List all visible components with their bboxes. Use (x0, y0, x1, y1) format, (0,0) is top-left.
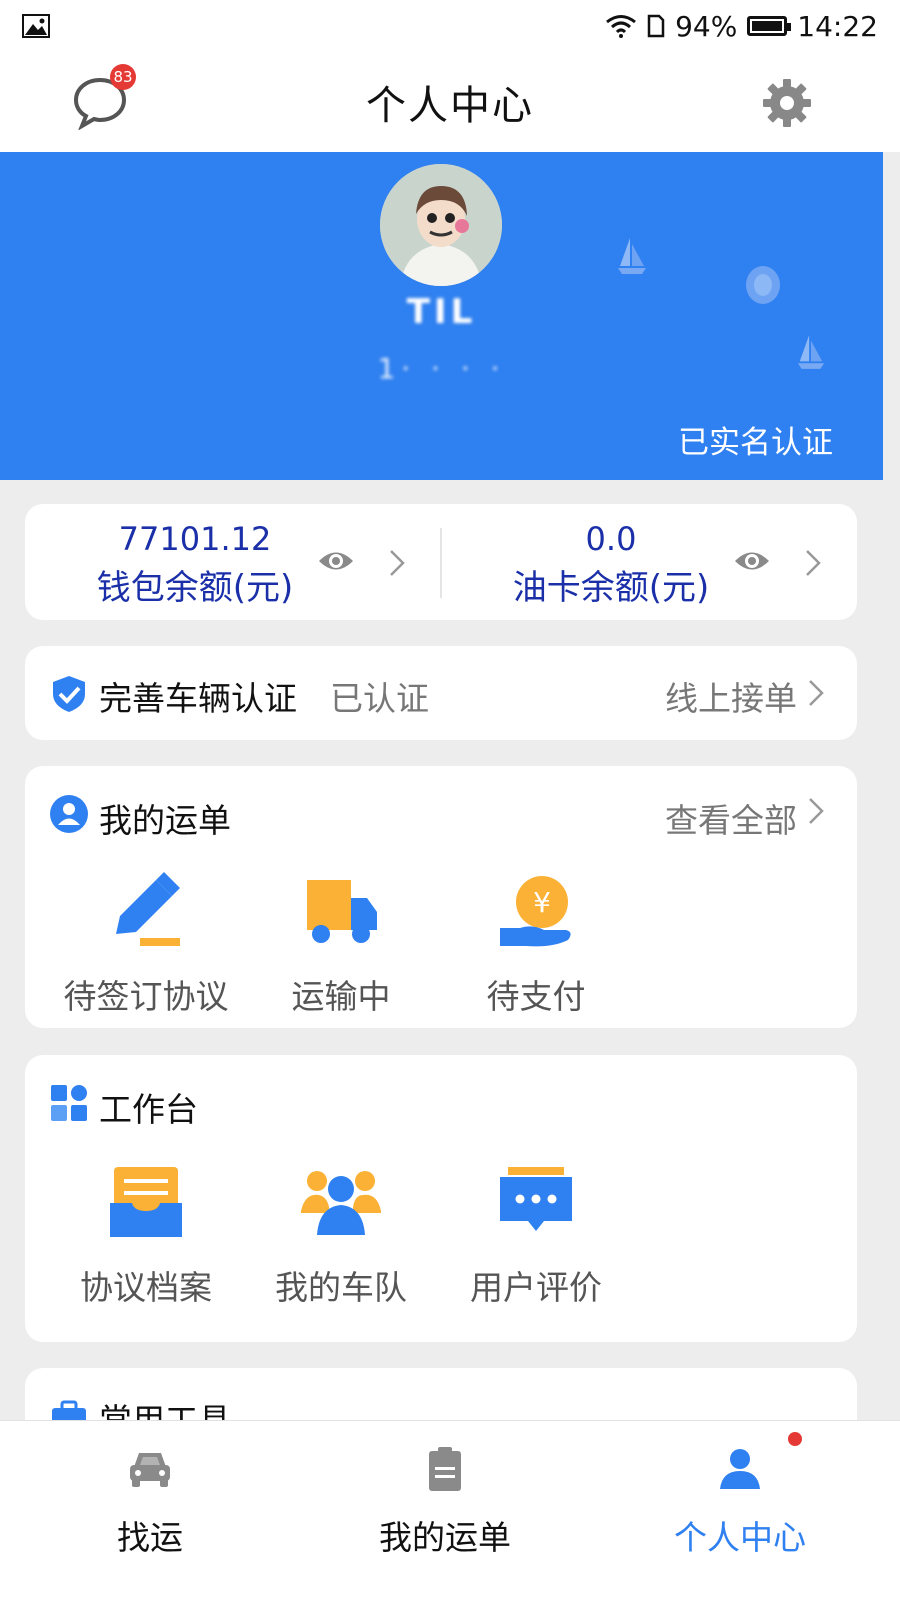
person-icon (720, 1449, 760, 1489)
vehicle-verification-title: 完善车辆认证 (99, 679, 297, 718)
message-badge: 83 (110, 64, 136, 90)
svg-text:¥: ¥ (533, 886, 551, 919)
my-fleet-item[interactable]: 我的车队 (246, 1163, 436, 1309)
tab-my-waybills[interactable]: 我的运单 (295, 1421, 595, 1601)
wallet-balance-value: 77101.12 (118, 520, 272, 558)
user-circle-icon (50, 795, 88, 833)
document-icon (429, 1447, 461, 1491)
car-icon (130, 1453, 170, 1487)
wallet-balance[interactable]: 77101.12 钱包余额(元) (25, 504, 441, 620)
user-name: TIL (406, 292, 477, 332)
tab-personal-center[interactable]: 个人中心 (590, 1421, 890, 1601)
vehicle-verification-row[interactable]: 完善车辆认证 已认证 线上接单 (25, 646, 857, 740)
battery-icon (747, 16, 792, 36)
my-waybills-title: 我的运单 (99, 801, 231, 840)
gear-icon[interactable] (762, 78, 812, 128)
wallet-balance-label: 钱包余额(元) (96, 568, 294, 608)
sailboat-icon (618, 238, 646, 274)
agreement-archive-item[interactable]: 协议档案 (51, 1163, 241, 1309)
eye-icon[interactable] (317, 546, 355, 576)
avatar[interactable] (380, 164, 502, 286)
page-header: 83 个人中心 (0, 52, 900, 152)
identity-verified-label: 已实名认证 (678, 425, 833, 461)
chevron-right-icon[interactable] (807, 678, 825, 708)
my-waybills-card: 我的运单 查看全部 待签订协议 运输中 ¥ 待支付 (25, 766, 857, 1028)
pending-payment-label: 待支付 (486, 977, 586, 1016)
clock: 14:22 (797, 9, 878, 43)
user-phone: 1· · · · (377, 352, 506, 385)
eye-icon[interactable] (733, 546, 771, 576)
in-transit-label: 运输中 (291, 977, 391, 1016)
page-title: 个人中心 (366, 83, 534, 129)
pending-agreement-item[interactable]: 待签订协议 (51, 872, 241, 1018)
user-review-item[interactable]: 用户评价 (441, 1163, 631, 1309)
fuel-balance-label: 油卡余额(元) (512, 568, 710, 608)
pen-icon (116, 872, 180, 946)
user-review-label: 用户评价 (470, 1268, 602, 1307)
fuel-balance-value: 0.0 (585, 520, 637, 558)
tab-find-cargo-label: 找运 (117, 1518, 183, 1557)
agreement-archive-label: 协议档案 (80, 1268, 212, 1307)
archive-icon (110, 1167, 182, 1237)
image-icon (22, 14, 50, 38)
workbench-title: 工作台 (99, 1090, 198, 1129)
workbench-card: 工作台 协议档案 我的车队 用户评价 (25, 1055, 857, 1342)
wifi-icon (606, 15, 636, 38)
tab-find-cargo[interactable]: 找运 (0, 1421, 300, 1601)
vehicle-verification-status: 已认证 (330, 679, 429, 718)
online-order-link[interactable]: 线上接单 (665, 672, 797, 720)
truck-icon (307, 880, 377, 943)
battery-percent: 94% (675, 9, 738, 43)
status-bar: 94% 14:22 (0, 0, 900, 52)
my-fleet-label: 我的车队 (275, 1268, 407, 1307)
tab-personal-center-label: 个人中心 (674, 1518, 806, 1557)
profile-banner: TIL 1· · · · 已实名认证 (0, 152, 883, 480)
chevron-right-icon[interactable] (388, 548, 406, 578)
pending-agreement-label: 待签订协议 (63, 977, 229, 1016)
pending-payment-item[interactable]: ¥ 待支付 (441, 872, 631, 1018)
notification-dot (788, 1432, 802, 1446)
grid-apps-icon (51, 1085, 87, 1121)
fuel-card-balance[interactable]: 0.0 油卡余额(元) (441, 504, 857, 620)
chevron-right-icon[interactable] (804, 548, 822, 578)
bottom-tab-bar: 找运 我的运单 个人中心 (0, 1420, 900, 1601)
balance-card: 77101.12 钱包余额(元) 0.0 油卡余额(元) (25, 504, 857, 620)
chevron-right-icon[interactable] (807, 796, 825, 826)
yuan-hand-icon: ¥ (500, 876, 571, 947)
tab-my-waybills-label: 我的运单 (379, 1518, 511, 1557)
view-all-link[interactable]: 查看全部 (665, 794, 797, 842)
shield-check-icon (53, 676, 85, 712)
chat-icon (500, 1167, 572, 1231)
sim-icon (647, 14, 665, 38)
team-icon (301, 1171, 381, 1235)
in-transit-item[interactable]: 运输中 (246, 872, 436, 1018)
